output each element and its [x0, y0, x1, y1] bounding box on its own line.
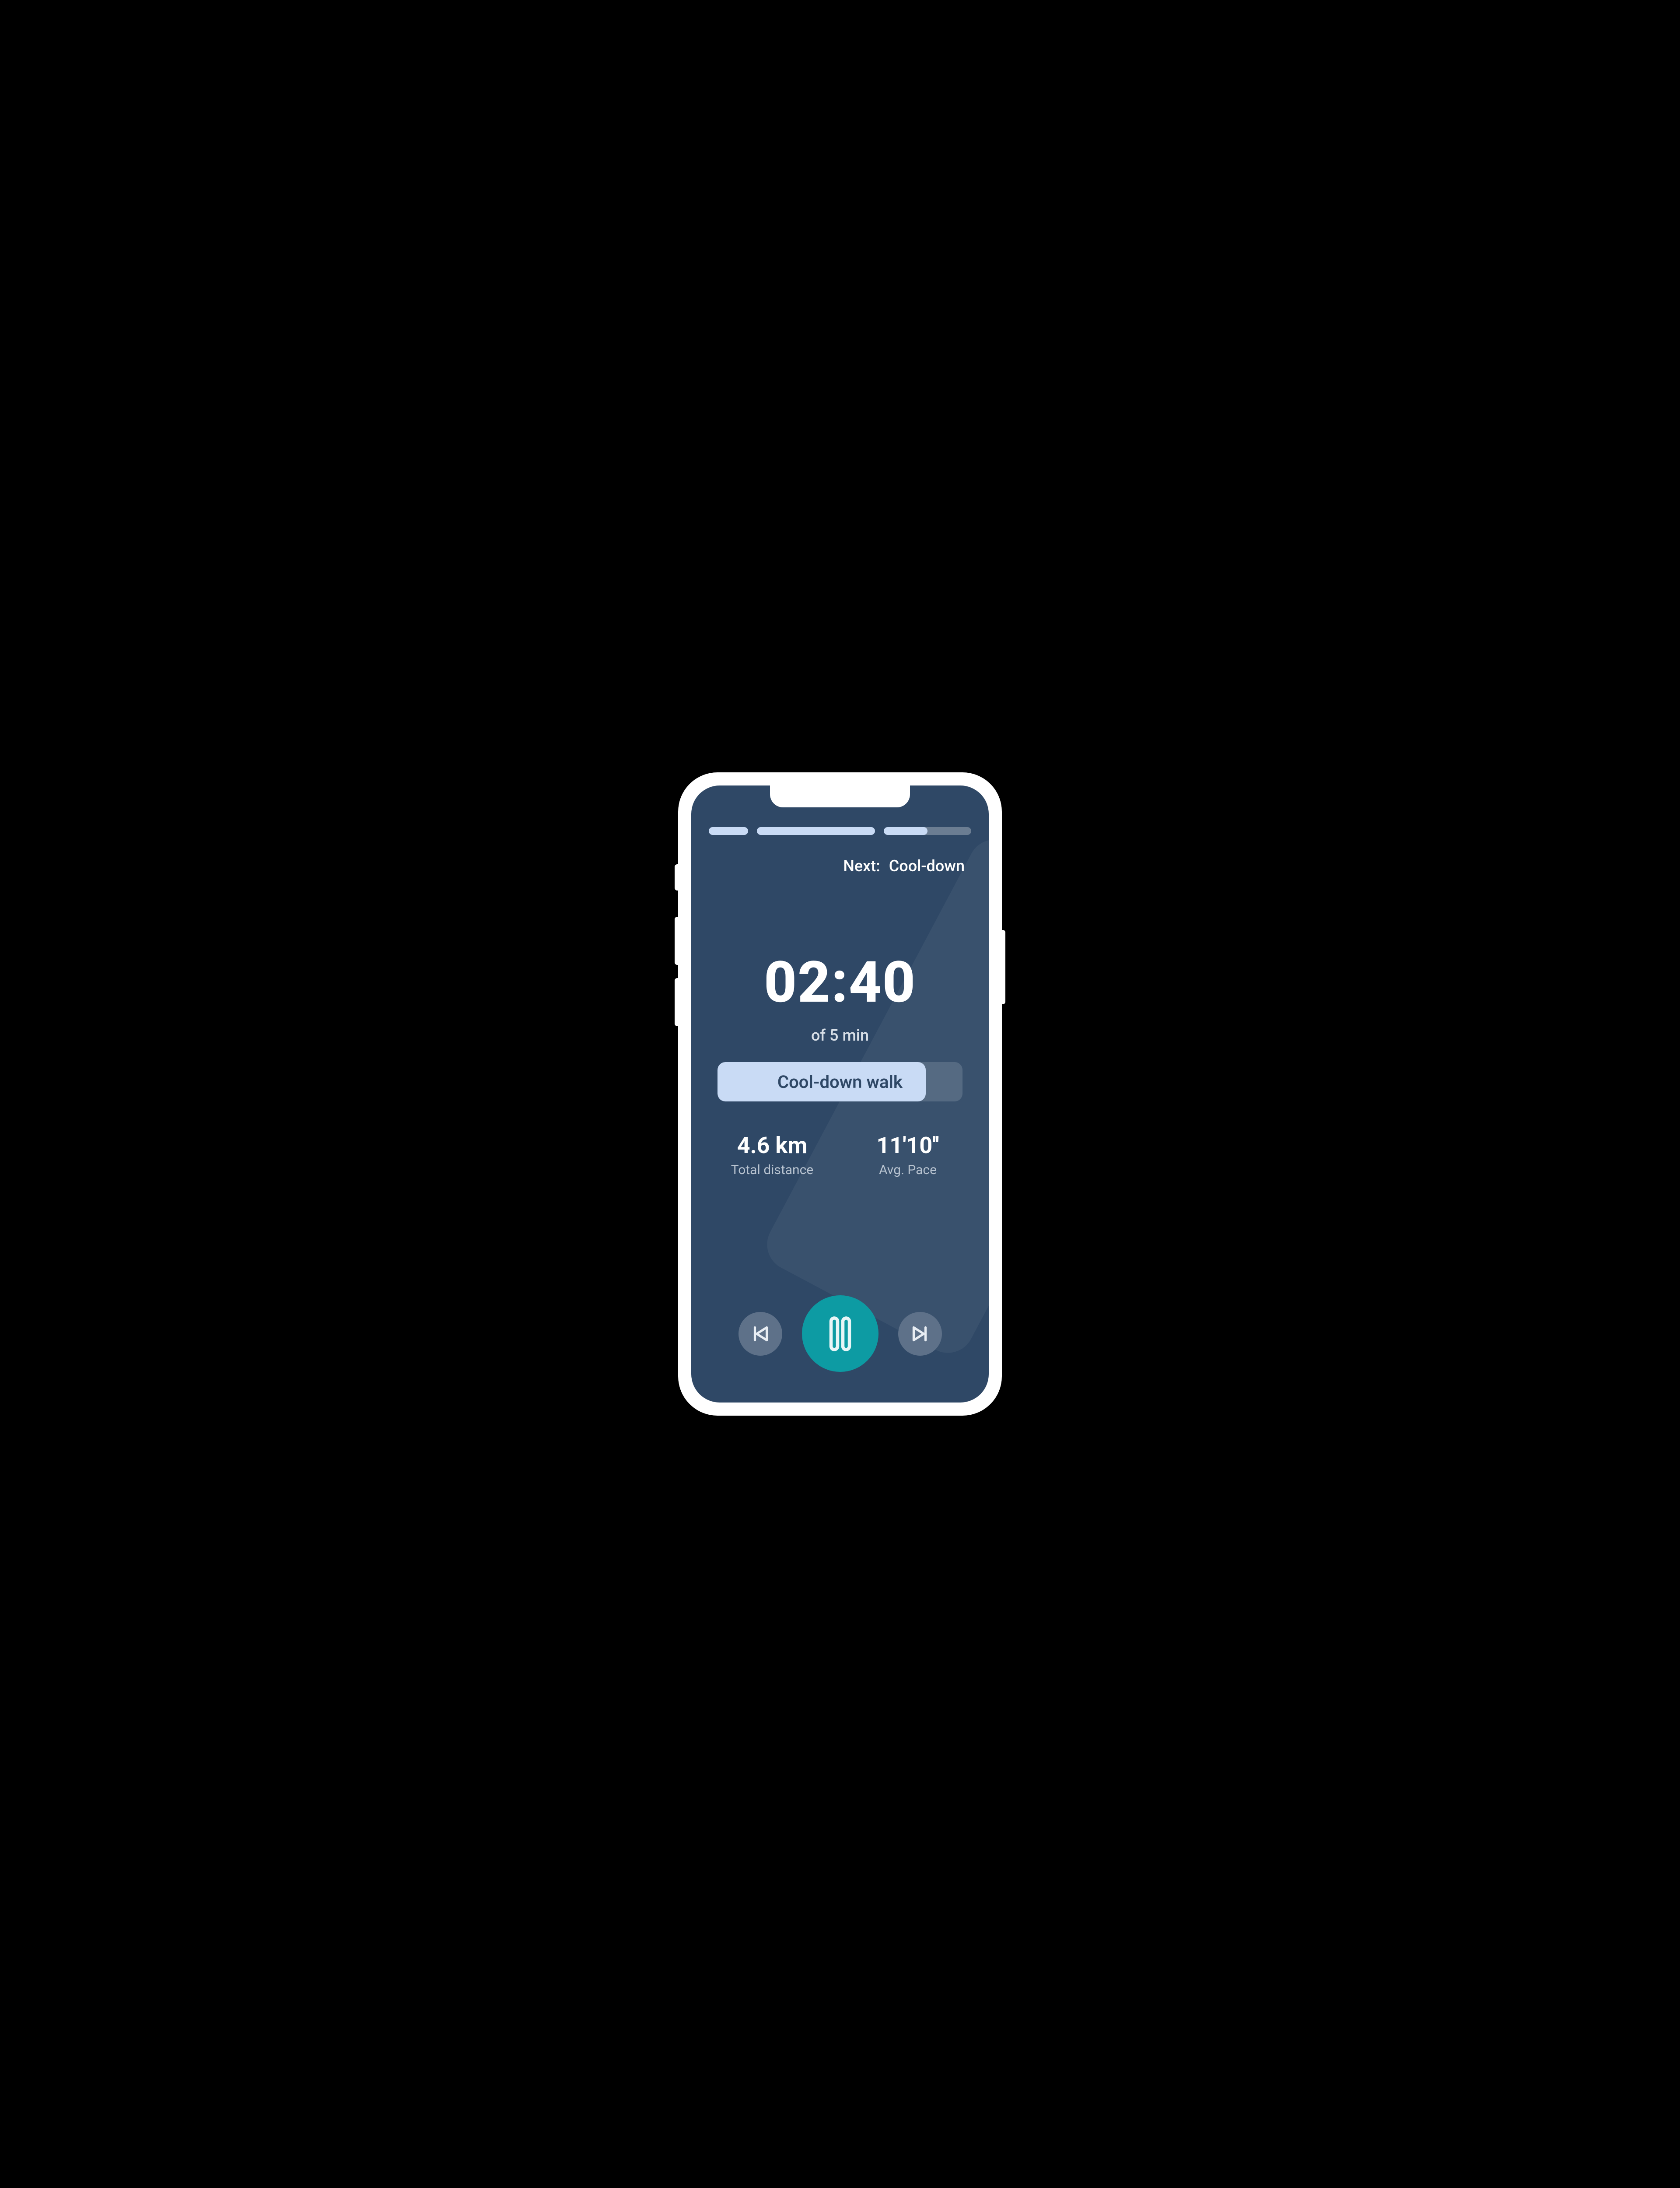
- timer-value: 02:40: [709, 954, 971, 1011]
- current-activity-bar: Cool-down walk: [718, 1062, 962, 1101]
- pause-icon: [824, 1314, 857, 1353]
- phone-side-button: [675, 917, 679, 965]
- skip-next-icon: [909, 1323, 931, 1345]
- workout-progress-segments: [709, 827, 971, 835]
- stats-row: 4.6 km Total distance 11'10'' Avg. Pace: [709, 1132, 971, 1178]
- stat-distance-value: 4.6 km: [722, 1132, 822, 1159]
- timer-subtitle: of 5 min: [709, 1026, 971, 1045]
- current-activity-label: Cool-down walk: [777, 1072, 903, 1092]
- playback-controls: [709, 1295, 971, 1385]
- stat-pace: 11'10'' Avg. Pace: [858, 1132, 958, 1178]
- skip-previous-icon: [749, 1323, 771, 1345]
- phone-side-button: [675, 978, 679, 1026]
- next-prefix: Next:: [843, 857, 880, 875]
- previous-button[interactable]: [738, 1312, 782, 1356]
- stat-pace-value: 11'10'': [858, 1132, 958, 1159]
- stat-distance: 4.6 km Total distance: [722, 1132, 822, 1178]
- timer-section: 02:40 of 5 min: [709, 954, 971, 1045]
- segment-current-fill: [884, 827, 928, 835]
- next-button[interactable]: [898, 1312, 942, 1356]
- segment-complete: [709, 827, 748, 835]
- app-screen: Next: Cool-down 02:40 of 5 min Cool-down…: [691, 785, 989, 1403]
- pause-button[interactable]: [802, 1295, 878, 1372]
- phone-notch: [770, 785, 910, 807]
- stat-pace-label: Avg. Pace: [858, 1162, 958, 1178]
- segment-current: [884, 827, 971, 835]
- phone-side-button: [1001, 930, 1005, 1004]
- next-activity-label: Cool-down: [889, 857, 965, 875]
- next-activity-row: Next: Cool-down: [709, 857, 971, 875]
- stat-distance-label: Total distance: [722, 1162, 822, 1178]
- segment-complete: [757, 827, 875, 835]
- phone-side-button: [675, 864, 679, 891]
- phone-frame: Next: Cool-down 02:40 of 5 min Cool-down…: [678, 772, 1002, 1416]
